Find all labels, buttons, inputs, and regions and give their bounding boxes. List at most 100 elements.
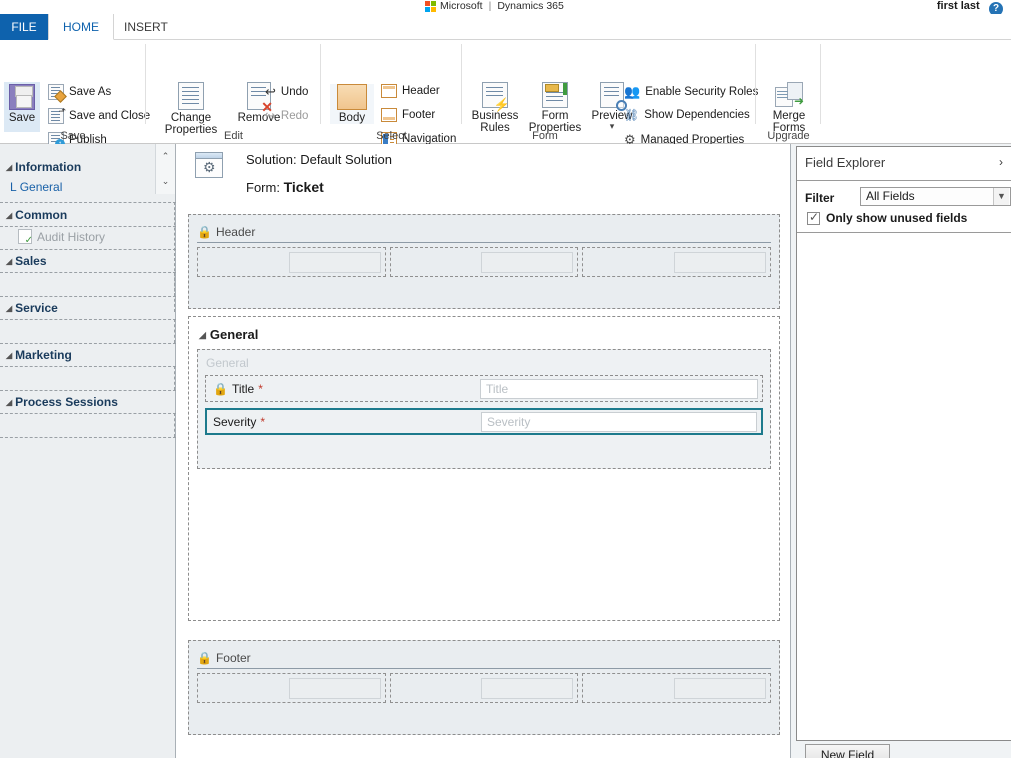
form-properties-button[interactable]: Form Properties <box>524 82 586 134</box>
business-rules-button[interactable]: ⚡ Business Rules <box>466 82 524 134</box>
footer-cell[interactable] <box>582 673 772 703</box>
nav-section-service[interactable]: ◢ Service <box>6 301 58 315</box>
field-explorer-divider <box>797 180 1011 181</box>
lock-icon: 🔒 <box>197 224 212 239</box>
header-cell[interactable] <box>389 247 579 277</box>
enable-security-roles-label: Enable Security Roles <box>645 86 759 98</box>
footer-cell[interactable] <box>197 673 386 703</box>
save-and-close-button[interactable]: ⬏ Save and Close <box>48 106 150 124</box>
nav-section-sales[interactable]: ◢ Sales <box>6 254 47 268</box>
only-unused-checkbox[interactable] <box>807 210 820 225</box>
only-unused-label: Only show unused fields <box>826 211 968 225</box>
field-input-severity[interactable]: Severity <box>481 411 757 432</box>
enable-security-roles-button[interactable]: 👥 Enable Security Roles <box>624 84 758 100</box>
left-navigation-panel: ⌃ ⌄ ◢Information LGeneral ◢Common Audit … <box>0 144 176 758</box>
header-cell[interactable] <box>582 247 772 277</box>
nav-section-marketing[interactable]: ◢ Marketing <box>6 348 72 362</box>
undo-arrow-icon: ↩ <box>265 84 276 99</box>
sidebar-item-general-label: General <box>19 180 63 194</box>
header-section[interactable]: 🔒 Header <box>188 214 780 309</box>
tab-file[interactable]: FILE <box>0 14 48 40</box>
top-bar: Microsoft | Dynamics 365 first last ? SG… <box>0 0 1011 30</box>
header-field-placeholder[interactable] <box>481 252 574 273</box>
footer-cell[interactable] <box>389 673 579 703</box>
floppy-disk-icon <box>9 84 35 110</box>
filter-select[interactable]: All Fields ▼ <box>860 187 1011 206</box>
general-section[interactable]: General 🔒 Title * Title Severity * Sever… <box>197 349 771 469</box>
chevron-down-icon[interactable]: ▼ <box>993 188 1009 205</box>
footer-section-bar: 🔒 Footer <box>197 647 771 669</box>
dependencies-icon: ⛓ <box>624 108 640 122</box>
solution-icon: ⚙ <box>195 152 223 178</box>
save-and-close-icon: ⬏ <box>48 106 66 124</box>
scroll-up-icon[interactable]: ⌃ <box>162 151 170 162</box>
microsoft-brand: Microsoft | Dynamics 365 <box>425 0 564 12</box>
redo-arrow-icon: ↪ <box>265 108 276 123</box>
preview-icon <box>600 82 627 111</box>
only-unused-checkbox-row[interactable]: Only show unused fields <box>807 210 968 225</box>
footer-label: Footer <box>402 109 436 121</box>
footer-field-placeholder[interactable] <box>481 678 574 699</box>
save-as-button[interactable]: Save As <box>48 84 111 103</box>
microsoft-logo-icon <box>425 0 436 12</box>
chevron-right-icon[interactable]: › <box>999 155 1003 169</box>
ribbon: Save Save As ⬏ Save and Close ↑ Publish … <box>0 40 1011 149</box>
header-cell-row <box>197 247 772 277</box>
header-label: Header <box>402 85 440 97</box>
sidebar-item-general[interactable]: L General <box>10 180 62 194</box>
brand-separator: | <box>488 0 492 12</box>
nav-section-information[interactable]: ◢ Information <box>6 160 81 174</box>
tab-home[interactable]: HOME <box>48 14 114 40</box>
nav-section-process-sessions[interactable]: ◢ Process Sessions <box>6 395 118 409</box>
footer-button[interactable]: Footer <box>381 108 435 122</box>
footer-field-placeholder[interactable] <box>674 678 767 699</box>
nav-section-service-label: Service <box>15 301 58 315</box>
merge-forms-button[interactable]: ➜ Merge Forms <box>766 82 812 134</box>
collapse-triangle-icon: ◢ <box>6 304 13 313</box>
header-icon <box>381 84 397 98</box>
header-button[interactable]: Header <box>381 84 440 98</box>
collapse-triangle-icon: ◢ <box>6 211 13 220</box>
scroll-down-icon[interactable]: ⌄ <box>162 176 170 187</box>
general-tab-title: ◢ General <box>199 327 258 342</box>
change-properties-line1: Change <box>170 112 212 124</box>
ribbon-group-select-label: Select <box>376 130 407 142</box>
field-row-title[interactable]: 🔒 Title * Title <box>205 375 763 402</box>
show-dependencies-button[interactable]: ⛓ Show Dependencies <box>624 108 750 122</box>
main-area: ⌃ ⌄ ◢Information LGeneral ◢Common Audit … <box>0 144 1011 758</box>
page-title: Ticket <box>283 179 324 195</box>
sidebar-item-audit-history-label: Audit History <box>37 229 106 244</box>
field-label-severity: Severity * <box>207 415 481 429</box>
form-canvas: ⚙ Solution: Default Solution Form: Ticke… <box>177 144 790 758</box>
collapse-triangle-icon: ◢ <box>6 163 13 172</box>
general-tab[interactable]: ◢ General General 🔒 Title * Title Severit… <box>188 316 780 621</box>
save-button[interactable]: Save <box>4 82 40 132</box>
change-properties-button[interactable]: Change Properties <box>158 82 224 136</box>
save-button-label: Save <box>8 112 36 124</box>
ribbon-group-save: Save Save As ⬏ Save and Close ↑ Publish … <box>0 40 150 149</box>
new-field-button[interactable]: New Field <box>805 744 890 758</box>
field-input-title[interactable]: Title <box>480 378 758 399</box>
tab-insert[interactable]: INSERT <box>110 14 182 40</box>
header-cell[interactable] <box>197 247 386 277</box>
change-properties-icon <box>178 82 204 110</box>
header-field-placeholder[interactable] <box>288 252 381 273</box>
body-button[interactable]: Body <box>330 84 374 124</box>
nav-scroll-controls[interactable]: ⌃ ⌄ <box>155 144 175 194</box>
sidebar-item-audit-history[interactable]: Audit History <box>18 229 106 246</box>
filter-label: Filter <box>805 191 835 205</box>
header-field-placeholder[interactable] <box>674 252 767 273</box>
general-tab-label: General <box>209 327 259 342</box>
user-name[interactable]: first last <box>937 0 980 13</box>
field-label-title: 🔒 Title * <box>206 382 480 396</box>
undo-button[interactable]: ↩ Undo <box>265 84 308 100</box>
required-marker: * <box>260 414 266 429</box>
footer-field-placeholder[interactable] <box>288 678 381 699</box>
canvas-gap <box>188 621 780 635</box>
nav-section-common[interactable]: ◢ Common <box>6 208 67 222</box>
footer-section[interactable]: 🔒 Footer <box>188 640 780 735</box>
brand-app: Dynamics 365 <box>497 0 564 12</box>
brand-company: Microsoft <box>440 0 483 12</box>
field-row-severity[interactable]: Severity * Severity <box>205 408 763 435</box>
chevron-down-icon[interactable]: ▾ <box>588 122 636 131</box>
